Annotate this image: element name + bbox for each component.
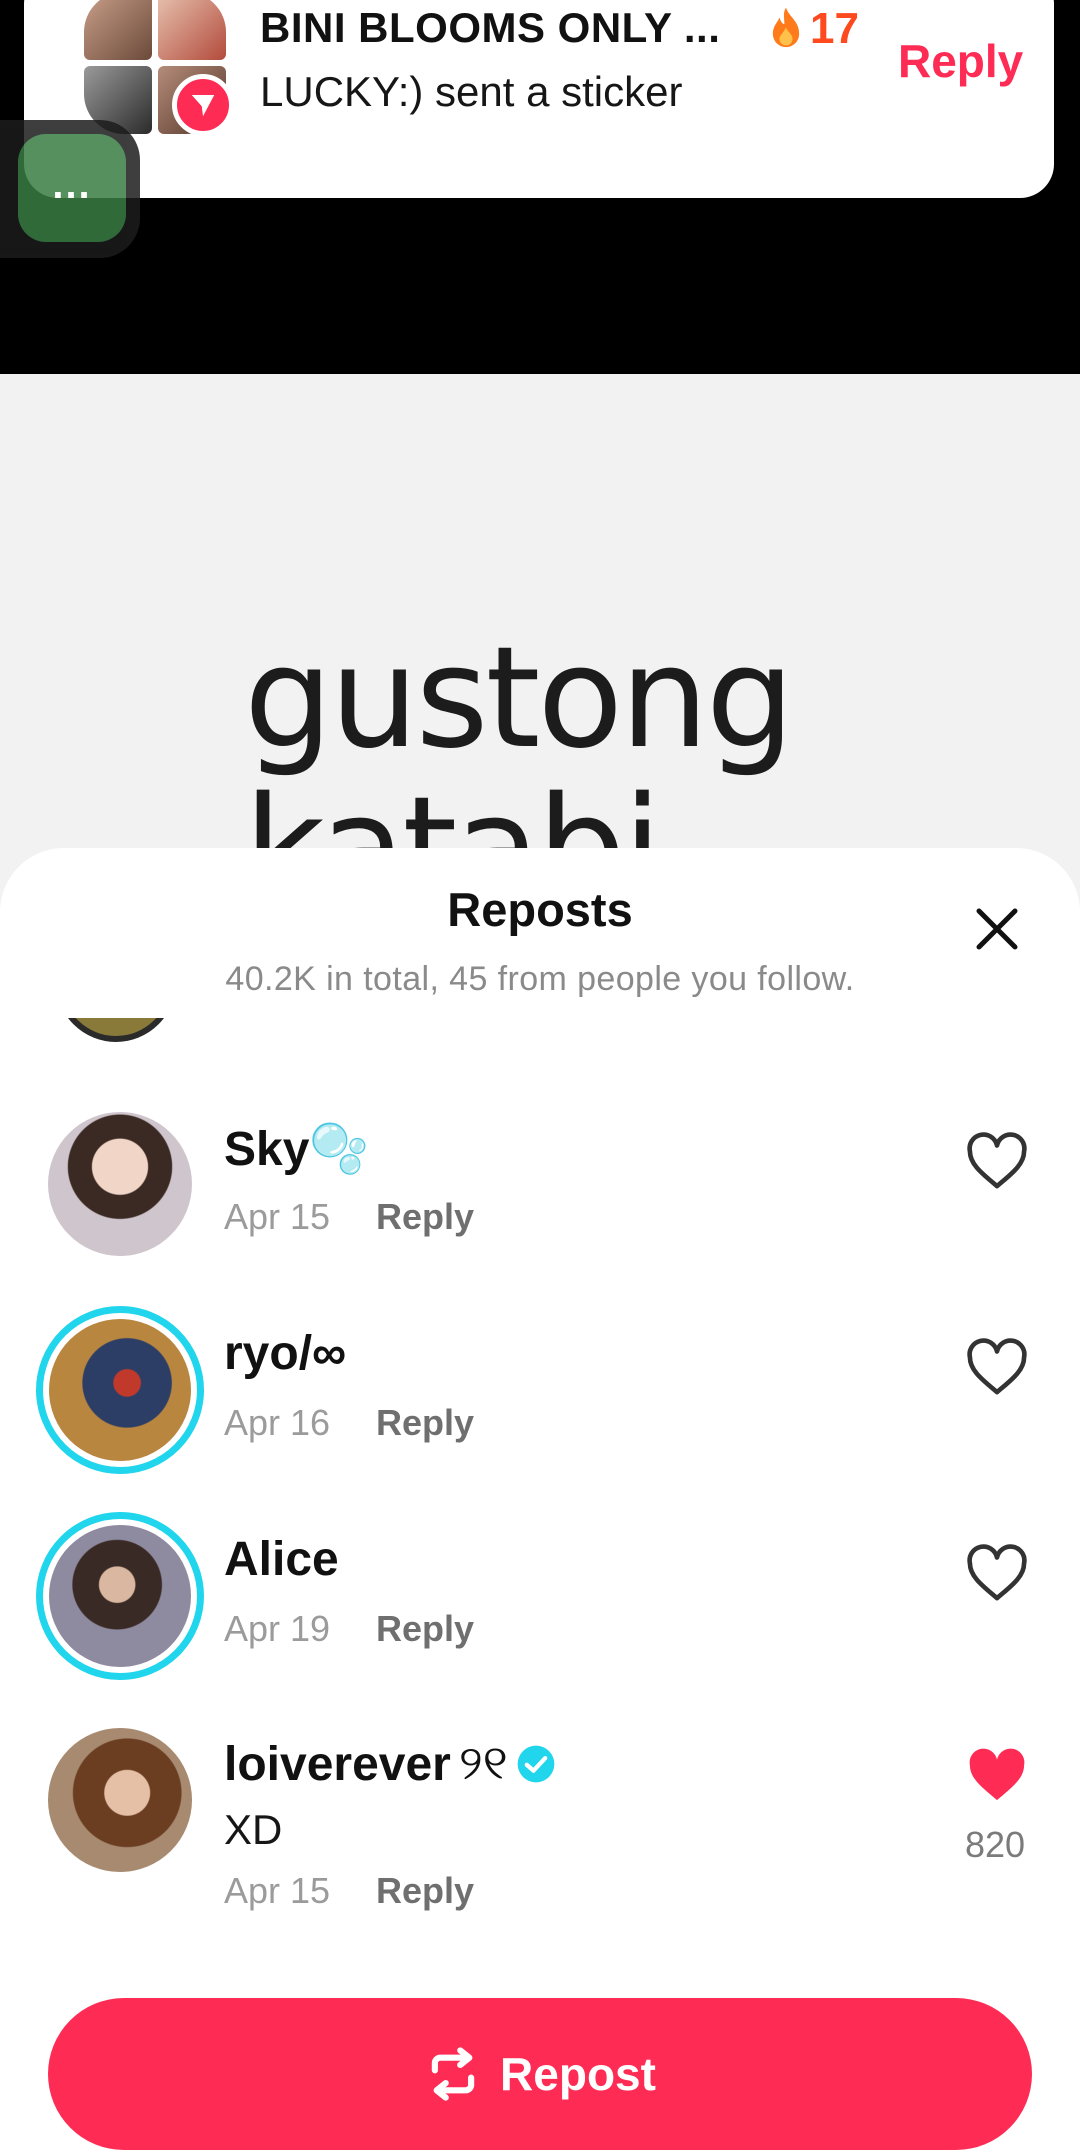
heart-filled-icon[interactable] (966, 1746, 1028, 1804)
heart-icon[interactable] (966, 1132, 1028, 1190)
floating-chat-bubble[interactable]: ... (0, 120, 140, 258)
username[interactable]: Sky🫧 (224, 1120, 369, 1177)
username-text: ryo/∞ (224, 1327, 347, 1380)
like-count: 820 (964, 1824, 1026, 1865)
list-item[interactable]: ryo/∞ Apr 16 Reply (0, 1306, 1080, 1498)
heart-icon[interactable] (966, 1544, 1028, 1602)
date: Apr 19 (224, 1608, 331, 1649)
avatar[interactable] (48, 1728, 192, 1872)
streak-count: 17 (810, 4, 859, 53)
comment-text: XD (224, 1806, 283, 1853)
reply-button[interactable]: Reply (376, 1196, 474, 1238)
repost-button-label: Repost (500, 2048, 656, 2100)
date: Apr 16 (224, 1402, 331, 1443)
username-text: Alice (224, 1533, 339, 1586)
username[interactable]: Alice (224, 1532, 339, 1587)
reposts-sheet: Reposts 40.2K in total, 45 from people y… (0, 848, 1080, 2156)
list-item[interactable]: loiverever ୨୧ XD Apr 15 Reply 820 (0, 1728, 1080, 1968)
list-item[interactable]: Sky🫧 Apr 15 Reply (0, 1112, 1080, 1292)
username-suffix: ୨୧ (458, 1737, 508, 1790)
heart-icon[interactable] (966, 1338, 1028, 1396)
list-item[interactable]: Alice Apr 19 Reply (0, 1512, 1080, 1704)
send-icon (172, 74, 234, 136)
date: Apr 15 (224, 1196, 331, 1237)
notification-reply-button[interactable]: Reply (898, 34, 1023, 88)
close-icon (976, 908, 1018, 950)
chat-bubble-icon: ... (18, 134, 126, 242)
username[interactable]: loiverever ୨୧ (224, 1736, 556, 1792)
verified-badge-icon (517, 1745, 555, 1783)
date: Apr 15 (224, 1870, 331, 1911)
sheet-title: Reposts (447, 883, 633, 936)
avatar (56, 1018, 176, 1042)
username-text: loiverever (224, 1737, 451, 1791)
notification-message: LUCKY:) sent a sticker (260, 68, 683, 115)
reply-button[interactable]: Reply (376, 1608, 474, 1650)
username-text: Sky🫧 (224, 1123, 370, 1176)
list-item-partial (0, 1018, 1080, 1074)
message-notification[interactable]: BINI BLOOMS ONLY ... 17 LUCKY:) sent a s… (24, 0, 1054, 198)
repost-button[interactable]: Repost (48, 1998, 1032, 2150)
fire-icon (772, 7, 800, 48)
reply-button[interactable]: Reply (376, 1402, 474, 1444)
repost-icon (431, 2047, 475, 2101)
avatar[interactable] (36, 1512, 204, 1680)
sheet-subtitle: 40.2K in total, 45 from people you follo… (225, 960, 855, 998)
notification-group-name: BINI BLOOMS ONLY ... (260, 4, 721, 51)
video-caption-line-1: gustong (244, 617, 795, 780)
streak-badge: 17 (766, 4, 859, 54)
reply-button[interactable]: Reply (376, 1870, 474, 1912)
avatar[interactable] (36, 1306, 204, 1474)
close-button[interactable] (966, 898, 1028, 960)
username[interactable]: ryo/∞ (224, 1326, 346, 1381)
avatar[interactable] (48, 1112, 192, 1256)
